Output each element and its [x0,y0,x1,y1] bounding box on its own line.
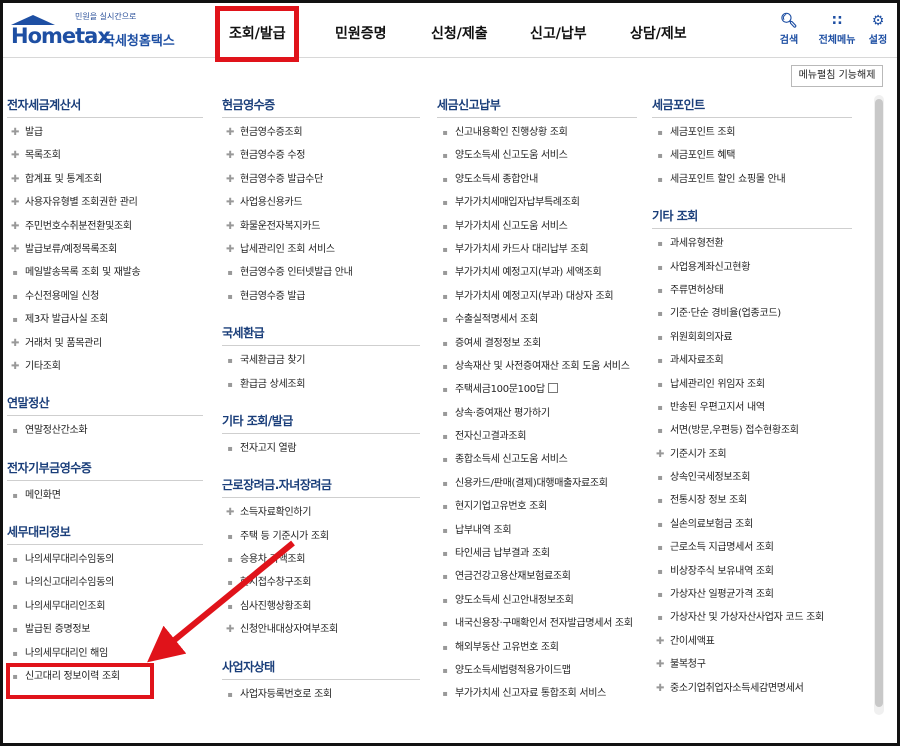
annotation-arrow [147,540,295,663]
page-frame: 민원을 실시간으로 Hometax 국세청홈택스 조회/발급 민원증명 신청/제… [0,0,900,746]
